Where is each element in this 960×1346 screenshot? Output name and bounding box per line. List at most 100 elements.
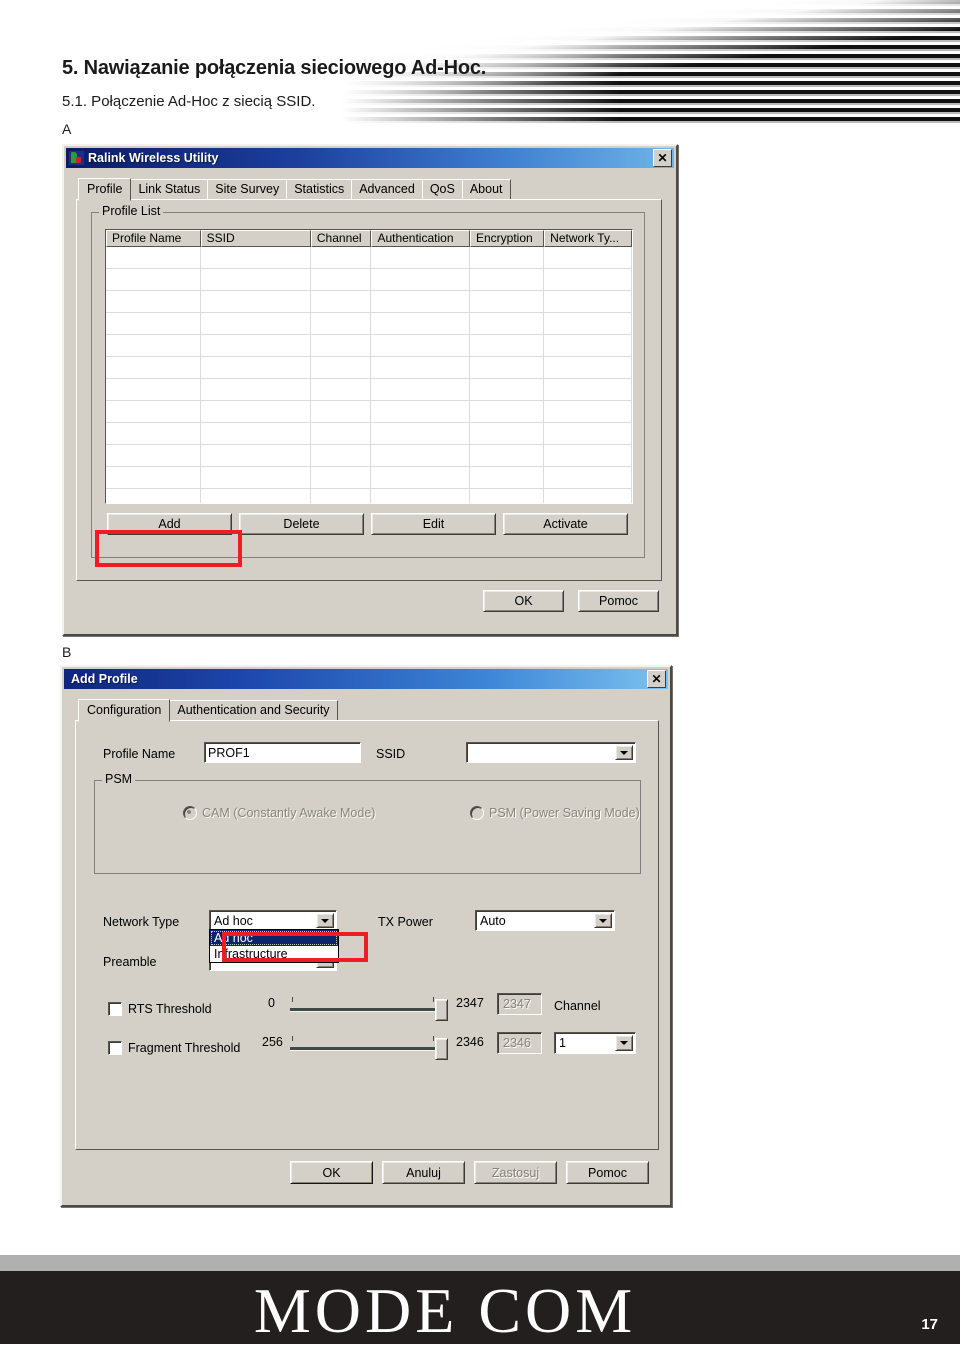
network-type-combo[interactable]: Ad hoc xyxy=(209,910,337,931)
profile-name-label: Profile Name xyxy=(103,747,176,761)
tab-qos[interactable]: QoS xyxy=(421,179,463,200)
ralink-logo-icon xyxy=(69,151,84,165)
column-header-authentication[interactable]: Authentication xyxy=(371,230,470,247)
slider-thumb[interactable] xyxy=(435,999,448,1021)
table-body[interactable] xyxy=(106,247,632,503)
ssid-combo[interactable] xyxy=(466,742,636,763)
radio-cam-constantly-awake-mode[interactable]: CAM (Constantly Awake Mode) xyxy=(183,806,375,820)
dropdown-option-ad-hoc[interactable]: Ad hoc xyxy=(210,930,338,946)
pomoc-button-b[interactable]: Pomoc xyxy=(566,1161,649,1184)
table-cell xyxy=(201,423,311,444)
tx-power-label: TX Power xyxy=(378,915,433,929)
rts-threshold-value: 2347 xyxy=(497,993,542,1015)
table-cell xyxy=(201,357,311,378)
table-row[interactable] xyxy=(106,401,632,423)
tab-about[interactable]: About xyxy=(461,179,511,200)
profile-list-table[interactable]: Profile Name SSID Channel Authentication Enc… xyxy=(105,229,633,504)
rts-threshold-slider[interactable] xyxy=(290,995,448,1021)
table-row[interactable] xyxy=(106,357,632,379)
table-row[interactable] xyxy=(106,247,632,269)
tab-profile[interactable]: Profile xyxy=(78,178,132,201)
column-header-encryption[interactable]: Encryption xyxy=(469,230,545,247)
table-cell xyxy=(106,467,201,488)
table-row[interactable] xyxy=(106,379,632,401)
table-row[interactable] xyxy=(106,467,632,489)
fragment-threshold-slider[interactable] xyxy=(290,1034,448,1060)
column-header-channel[interactable]: Channel xyxy=(310,230,372,247)
table-row[interactable] xyxy=(106,335,632,357)
table-cell xyxy=(470,335,545,356)
ok-button-b[interactable]: OK xyxy=(290,1161,373,1184)
table-cell xyxy=(470,247,545,268)
figure-label-b: B xyxy=(62,644,72,660)
column-header-network-ty[interactable]: Network Ty... xyxy=(544,230,632,247)
close-icon[interactable]: ✕ xyxy=(653,149,672,167)
tab-link-status[interactable]: Link Status xyxy=(130,179,209,200)
table-cell xyxy=(311,401,372,422)
table-row[interactable] xyxy=(106,489,632,503)
table-cell xyxy=(470,379,545,400)
rts-threshold-checkbox[interactable]: RTS Threshold xyxy=(108,1002,212,1016)
fragment-threshold-checkbox[interactable]: Fragment Threshold xyxy=(108,1041,240,1055)
table-cell xyxy=(470,445,545,466)
profile-name-input[interactable]: PROF1 xyxy=(204,742,361,763)
tab-advanced[interactable]: Advanced xyxy=(351,179,423,200)
table-cell xyxy=(201,335,311,356)
tab-authentication-and-security[interactable]: Authentication and Security xyxy=(169,700,338,721)
column-header-ssid[interactable]: SSID xyxy=(200,230,311,247)
delete-button[interactable]: Delete xyxy=(239,513,364,535)
table-row[interactable] xyxy=(106,269,632,291)
table-row[interactable] xyxy=(106,445,632,467)
dialog-a-titlebar: Ralink Wireless Utility ✕ xyxy=(66,148,674,168)
chevron-down-icon[interactable] xyxy=(615,745,633,760)
table-cell xyxy=(470,269,545,290)
table-cell xyxy=(544,489,632,503)
table-cell xyxy=(311,291,372,312)
network-type-value: Ad hoc xyxy=(214,913,253,928)
activate-button[interactable]: Activate xyxy=(503,513,628,535)
add-button[interactable]: Add xyxy=(107,513,232,535)
dropdown-option-infrastructure[interactable]: Infrastructure xyxy=(210,946,338,962)
table-cell xyxy=(106,291,201,312)
table-row[interactable] xyxy=(106,313,632,335)
add-profile-window: Add Profile ✕ Configuration Authenticati… xyxy=(60,665,672,1207)
column-header-profile-name[interactable]: Profile Name xyxy=(106,230,201,247)
table-cell xyxy=(544,379,632,400)
table-cell xyxy=(371,313,470,334)
network-type-dropdown-list[interactable]: Ad hoc Infrastructure xyxy=(209,929,339,963)
table-row[interactable] xyxy=(106,291,632,313)
tab-statistics[interactable]: Statistics xyxy=(286,179,353,200)
chevron-down-icon[interactable] xyxy=(316,913,334,928)
table-cell xyxy=(544,467,632,488)
slider-track xyxy=(290,1047,448,1051)
network-type-label: Network Type xyxy=(103,915,180,929)
tx-power-combo[interactable]: Auto xyxy=(475,910,615,931)
table-cell xyxy=(470,423,545,444)
chevron-down-icon[interactable] xyxy=(615,1035,633,1051)
tab-site-survey[interactable]: Site Survey xyxy=(207,179,288,200)
rts-threshold-max: 2347 xyxy=(456,996,484,1010)
slider-thumb[interactable] xyxy=(435,1038,448,1060)
channel-combo[interactable]: 1 xyxy=(554,1032,636,1054)
chevron-down-icon[interactable] xyxy=(594,913,612,928)
table-cell xyxy=(544,335,632,356)
slider-tick-right xyxy=(433,997,434,1002)
close-icon[interactable]: ✕ xyxy=(647,670,666,688)
table-cell xyxy=(371,489,470,503)
ok-button-a[interactable]: OK xyxy=(483,590,564,612)
radio-psm-power-saving-mode[interactable]: PSM (Power Saving Mode) xyxy=(470,806,640,820)
table-cell xyxy=(201,489,311,503)
tab-configuration[interactable]: Configuration xyxy=(78,699,171,722)
pomoc-button-a[interactable]: Pomoc xyxy=(578,590,659,612)
profile-list-group: Profile List Profile Name SSID Channel Auth… xyxy=(91,205,645,558)
table-cell xyxy=(311,379,372,400)
table-cell xyxy=(201,291,311,312)
anuluj-button[interactable]: Anuluj xyxy=(382,1161,465,1184)
table-cell xyxy=(106,379,201,400)
psm-group: PSM CAM (Constantly Awake Mode) PSM (Pow… xyxy=(94,773,641,874)
table-cell xyxy=(544,269,632,290)
table-cell xyxy=(311,269,372,290)
edit-button[interactable]: Edit xyxy=(371,513,496,535)
table-cell xyxy=(470,489,545,503)
table-row[interactable] xyxy=(106,423,632,445)
